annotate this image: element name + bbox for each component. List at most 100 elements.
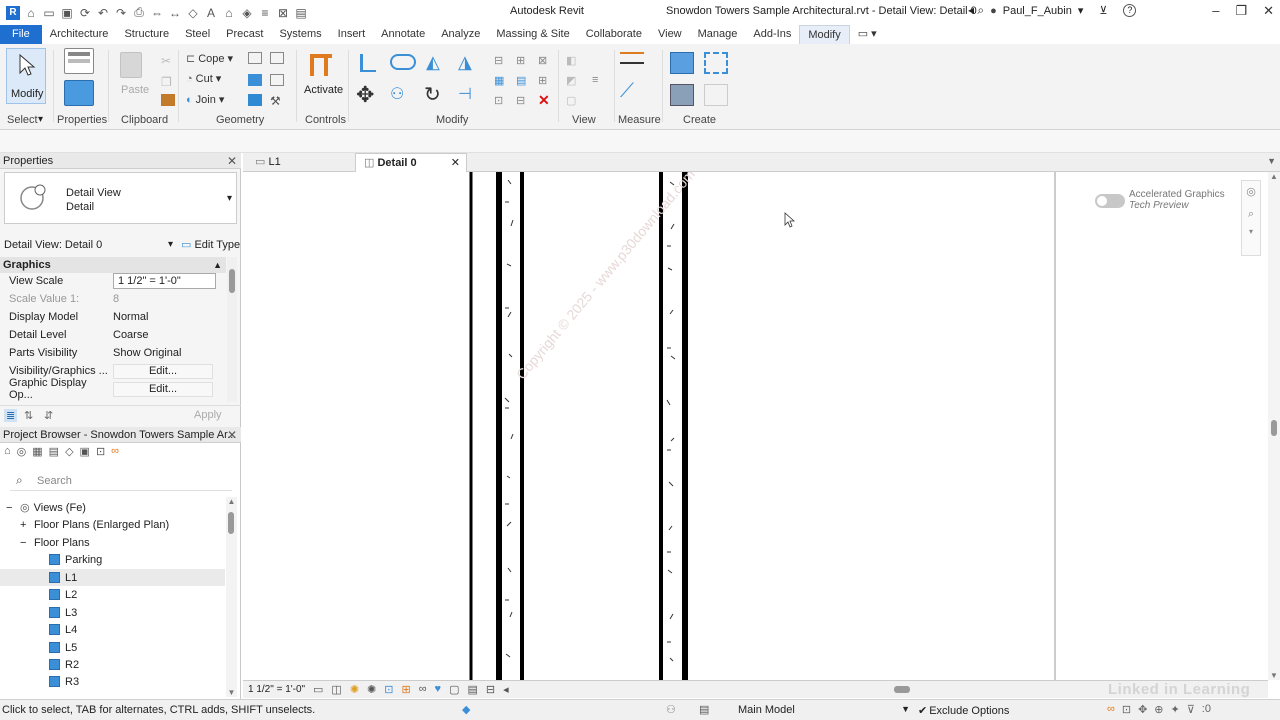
browser-search[interactable]: ⌕ Search (10, 470, 232, 491)
select-links-icon[interactable]: ∞ (1107, 703, 1115, 716)
trim-icon[interactable]: ⊣ (458, 84, 472, 103)
group-icon[interactable]: ⊞ (538, 74, 552, 87)
model-dropdown-icon[interactable]: ▼ (901, 704, 910, 714)
split-gap-icon[interactable]: ⊟ (516, 94, 530, 107)
shadows-icon[interactable]: ✺ (367, 683, 376, 696)
copy-clipboard-icon[interactable]: ❐ (161, 75, 175, 89)
vertical-scroll-thumb[interactable] (1271, 420, 1277, 436)
undo-icon[interactable]: ↶ (96, 6, 110, 20)
reveal-hidden-icon[interactable]: ♥ (435, 683, 442, 696)
tab-collaborate[interactable]: Collaborate (578, 25, 650, 44)
cart-icon[interactable]: ⊻ (1099, 4, 1107, 17)
tab-insert[interactable]: Insert (330, 25, 374, 44)
dimension-icon[interactable]: ↔ (168, 6, 182, 20)
scroll-thumb[interactable] (228, 512, 234, 534)
tree-item-l2[interactable]: L2 (0, 586, 225, 603)
print-icon[interactable]: ⎙ (132, 5, 146, 20)
3d-view-icon[interactable]: ⌂ (222, 6, 236, 20)
delete-icon[interactable]: ✕ (538, 92, 552, 108)
view-scale-input[interactable]: 1 1/2" = 1'-0" (113, 273, 216, 289)
scroll-thumb[interactable] (229, 269, 235, 293)
tab-modify[interactable]: Modify (799, 25, 850, 44)
tab-manage[interactable]: Manage (690, 25, 746, 44)
worksharing-icon[interactable]: ◆ (462, 703, 470, 716)
tree-item-l3[interactable]: L3 (0, 604, 225, 621)
active-model-select[interactable]: Main Model ▼ (718, 702, 918, 718)
modify-button[interactable]: Modify (6, 48, 46, 104)
tabs-overflow-icon[interactable]: ▼ (1267, 156, 1276, 166)
tab-annotate[interactable]: Annotate (373, 25, 433, 44)
tab-analyze[interactable]: Analyze (433, 25, 488, 44)
measure-between-icon[interactable] (620, 52, 644, 64)
properties-icon[interactable] (64, 48, 94, 74)
tab-add-ins[interactable]: Add-Ins (745, 25, 799, 44)
properties-scrollbar[interactable] (227, 257, 237, 402)
type-dropdown-icon[interactable]: ▾ (227, 193, 232, 204)
nav-dropdown-icon[interactable]: ▾ (1242, 227, 1260, 236)
paste-label[interactable]: Paste (121, 84, 149, 96)
accelerated-graphics-toggle[interactable] (1095, 194, 1125, 208)
move-icon[interactable]: ✥ (356, 82, 374, 107)
tab-close-icon[interactable]: ✕ (451, 154, 460, 173)
tab-precast[interactable]: Precast (218, 25, 271, 44)
canvas-vertical-scrollbar[interactable]: ▲ ▼ (1268, 172, 1280, 680)
zoom-icon[interactable]: ⌕ (1242, 208, 1260, 221)
apply-button[interactable]: Apply (194, 409, 222, 421)
copy-icon[interactable]: ⚇ (390, 84, 404, 103)
wall-joins-icon[interactable] (248, 52, 262, 64)
edit-type-button[interactable]: ▭ Edit Type (181, 236, 240, 254)
mirror-draw-icon[interactable]: ◮ (458, 52, 472, 72)
sort-asc-icon[interactable]: ⇅ (24, 409, 33, 422)
text-icon[interactable]: A (204, 6, 218, 20)
temporary-view-properties-icon[interactable]: ▢ (449, 683, 459, 696)
browser-sheets-icon[interactable]: ▦ (32, 445, 42, 461)
steering-wheel-icon[interactable]: ◎ (1242, 185, 1260, 198)
cut-clipboard-icon[interactable]: ✂ (161, 54, 175, 68)
override-graphics-icon[interactable]: ◧ (566, 54, 580, 67)
visibility-graphics-edit-button[interactable]: Edit... (113, 363, 213, 379)
collapse-icon[interactable]: ▲ (213, 257, 222, 273)
measure-icon[interactable]: ⇔ (150, 6, 164, 20)
tab-structure[interactable]: Structure (116, 25, 177, 44)
tab-massing-site[interactable]: Massing & Site (488, 25, 577, 44)
create-similar-icon[interactable] (704, 84, 728, 106)
scale-icon[interactable]: ⊡ (494, 94, 508, 107)
binoculars-icon[interactable]: ◂ ⌕ (968, 3, 984, 18)
tree-item-floor-plans[interactable]: − Floor Plans (0, 534, 225, 551)
design-options-icon[interactable]: ⚇ (666, 703, 676, 716)
open-icon[interactable]: ▭ (42, 6, 56, 20)
create-assembly-icon[interactable] (670, 52, 694, 74)
view-scale-control[interactable]: 1 1/2" = 1'-0" (248, 684, 305, 695)
mirror-axis-icon[interactable]: ◭ (426, 52, 440, 72)
linework-icon[interactable]: ≡ (592, 74, 606, 86)
tree-item-r3[interactable]: R3 (0, 673, 225, 690)
browser-scrollbar[interactable]: ▲ ▼ (226, 497, 237, 697)
tab-architecture[interactable]: Architecture (42, 25, 117, 44)
minimize-icon[interactable]: – (1212, 3, 1219, 19)
type-selector[interactable]: Detail View Detail ▾ (4, 172, 237, 224)
create-parts-icon[interactable] (704, 52, 728, 74)
crop-view-icon[interactable]: ⊡ (384, 683, 393, 696)
redo-icon[interactable]: ↷ (114, 6, 128, 20)
tree-item-views[interactable]: − ◎ Views (Fe) (0, 499, 225, 516)
scroll-down-icon[interactable]: ▼ (226, 688, 237, 697)
user-name[interactable]: Paul_F_Aubin (1003, 5, 1072, 17)
select-pinned-icon[interactable]: ✥ (1138, 703, 1147, 716)
close-icon[interactable]: ✕ (1263, 3, 1274, 19)
paint-icon[interactable] (248, 74, 262, 86)
analytical-model-icon[interactable]: ▤ (467, 683, 477, 696)
tree-item-floor-plans-enlarged[interactable]: + Floor Plans (Enlarged Plan) (0, 516, 225, 533)
join-button[interactable]: ◐ Join ▾ (186, 93, 224, 107)
show-crop-icon[interactable]: ⊞ (401, 683, 410, 696)
cut-geometry-button[interactable]: ◔ Cut ▾ (186, 72, 221, 86)
view-tab-detail-0[interactable]: ◫ Detail 0 ✕ (355, 153, 467, 172)
unpin-icon[interactable]: ⊞ (516, 54, 530, 67)
instance-selector[interactable]: Detail View: Detail 0 ▾ ▭ Edit Type (0, 236, 241, 254)
search-input[interactable]: Search (37, 475, 72, 487)
demolish-icon[interactable] (270, 74, 284, 86)
graphic-display-edit-button[interactable]: Edit... (113, 381, 213, 397)
tree-item-parking[interactable]: Parking (0, 551, 225, 568)
tree-item-r2[interactable]: R2 (0, 656, 225, 673)
close-hidden-icon[interactable]: ⊠ (276, 6, 290, 20)
scroll-down-icon[interactable]: ▼ (1268, 671, 1280, 680)
